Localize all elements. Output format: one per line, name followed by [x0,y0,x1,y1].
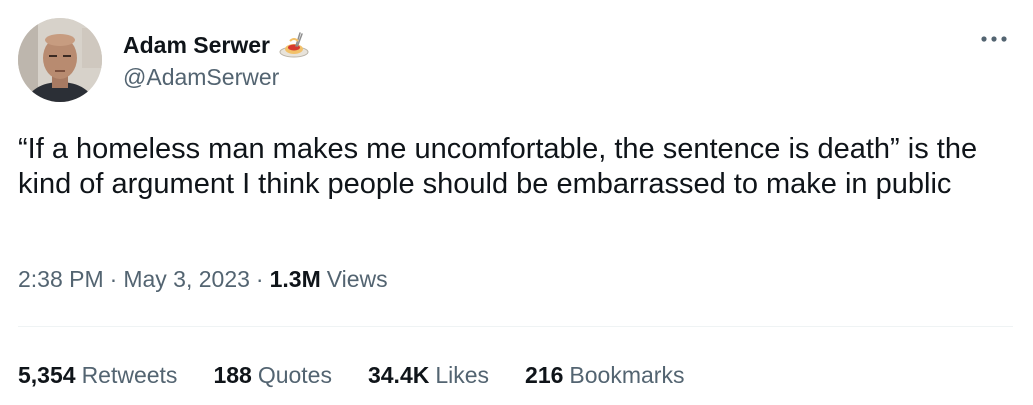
author-handle[interactable]: @AdamSerwer [123,64,279,91]
views-count: 1.3M [269,266,321,292]
meta-separator: · [255,266,264,292]
author-name[interactable]: Adam Serwer [123,29,310,61]
stat-quotes[interactable]: 188 Quotes [213,362,332,389]
stat-retweets[interactable]: 5,354 Retweets [18,362,177,389]
tweet-meta: 2:38 PM · May 3, 2023 · 1.3M Views [18,266,388,293]
stat-label: Quotes [257,362,332,388]
author-name-text: Adam Serwer [123,31,271,58]
engagement-stats: 5,354 Retweets 188 Quotes 34.4K Likes 21… [18,362,684,389]
spaghetti-plate-icon [278,29,310,61]
tweet-date[interactable]: May 3, 2023 [123,266,250,293]
avatar[interactable] [18,18,102,102]
stat-label: Retweets [81,362,178,388]
stat-label: Likes [435,362,490,388]
more-horizontal-icon [981,36,1007,42]
stat-count: 5,354 [18,362,76,388]
tweet-card: Adam Serwer @AdamSerwer “If a homeless m… [0,0,1033,405]
stat-count: 34.4K [367,362,430,388]
divider [18,326,1013,327]
meta-separator: · [109,266,118,292]
tweet-time[interactable]: 2:38 PM [18,266,104,293]
tweet-text: “If a homeless man makes me uncomfortabl… [18,133,978,200]
stat-label: Bookmarks [569,362,685,388]
stat-count: 216 [525,362,564,388]
more-options-button[interactable] [972,24,1016,54]
stat-bookmarks[interactable]: 216 Bookmarks [525,362,684,389]
stat-likes[interactable]: 34.4K Likes [368,362,489,389]
stat-count: 188 [213,362,252,388]
views-label: Views [326,266,388,292]
